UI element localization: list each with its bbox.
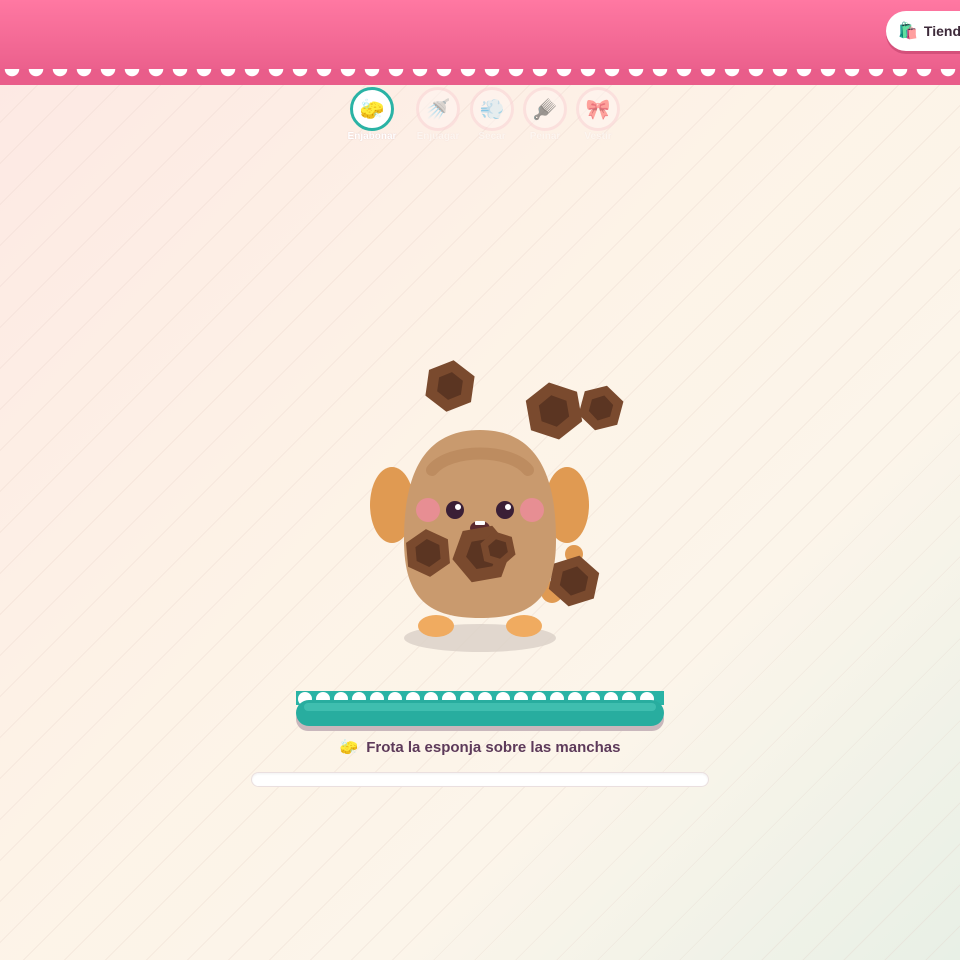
pet-left-cheek xyxy=(416,498,440,522)
pet-stage[interactable] xyxy=(0,0,960,960)
dirt-spot[interactable] xyxy=(523,378,584,444)
pet-right-eye xyxy=(496,501,514,519)
pet-right-cheek xyxy=(520,498,544,522)
dirt-spot[interactable] xyxy=(424,357,477,415)
sponge-icon: 🧽 xyxy=(339,739,359,756)
dirt-spot[interactable] xyxy=(576,381,627,436)
pet-left-foot xyxy=(418,615,454,637)
pet-left-eye xyxy=(446,501,464,519)
instruction-text: 🧽 Frota la esponja sobre las manchas xyxy=(339,739,621,756)
cleaning-progress-bar xyxy=(251,772,709,787)
pet-right-foot xyxy=(506,615,542,637)
teal-base-bar xyxy=(296,691,664,731)
